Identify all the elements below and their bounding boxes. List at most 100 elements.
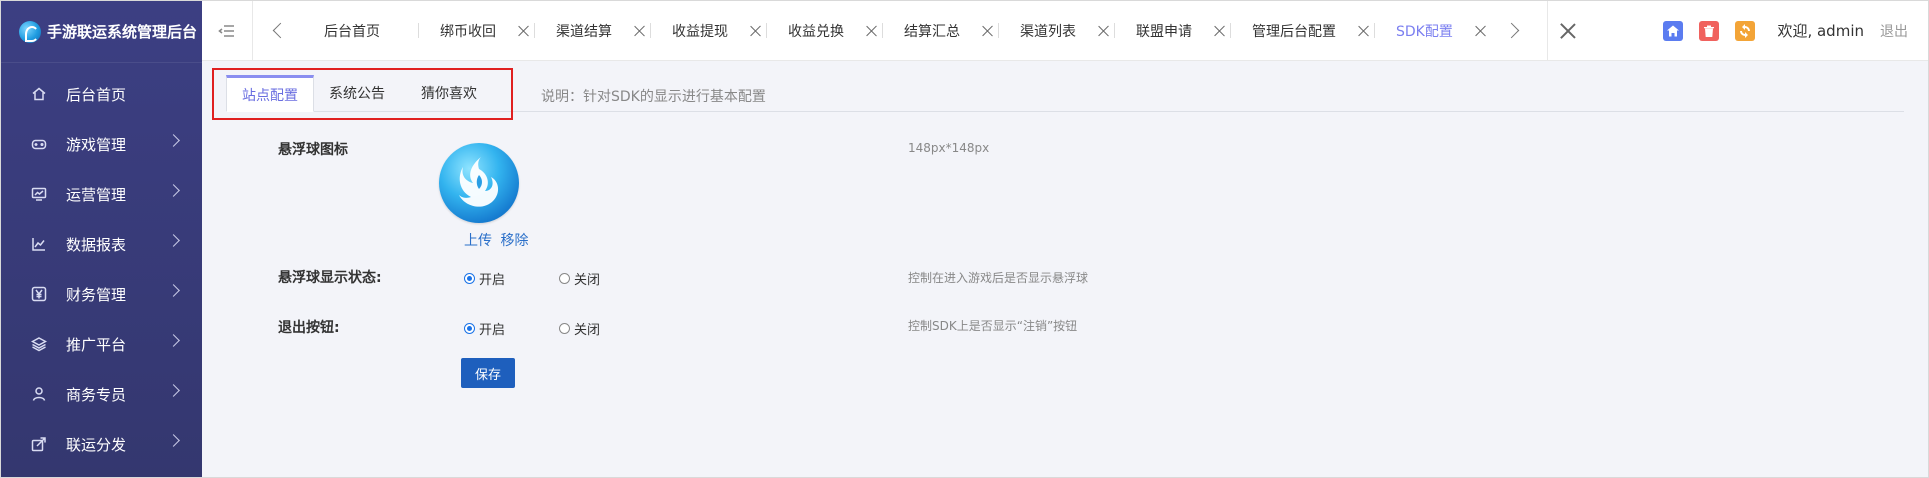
tabs-prev-button[interactable]: [258, 1, 298, 60]
upload-link[interactable]: 上传: [464, 233, 492, 249]
yen-icon: [30, 285, 48, 303]
sidebar-item-label: 后台首页: [66, 85, 127, 104]
subtab-guess-you-like[interactable]: 猜你喜欢: [404, 75, 494, 111]
sidebar-item-business[interactable]: 商务专员: [1, 369, 202, 419]
chevron-right-icon: [167, 284, 180, 297]
float-icon-label: 悬浮球图标: [278, 142, 348, 158]
close-tab-icon[interactable]: [518, 25, 530, 37]
exit-button-hint: 控制SDK上是否显示“注销”按钮: [908, 319, 1078, 333]
page-description: 说明：针对SDK的显示进行基本配置: [541, 89, 766, 105]
sidebar-item-game[interactable]: 游戏管理: [1, 119, 202, 169]
topbar-actions: 欢迎, admin 退出: [1663, 1, 1928, 60]
tab-label: 收益兑换: [788, 23, 844, 40]
sidebar-menu: 后台首页 游戏管理 运营管理 数据报表 财务管理 推广平台 商务专员 联运分发: [1, 69, 202, 469]
sidebar-item-label: 联运分发: [66, 435, 127, 454]
remove-link[interactable]: 移除: [500, 233, 528, 249]
tab-sdk-config[interactable]: SDK配置: [1374, 1, 1491, 60]
close-all-tabs-button[interactable]: [1547, 1, 1588, 60]
close-tab-icon[interactable]: [750, 25, 762, 37]
chevron-right-icon: [167, 334, 180, 347]
sidebar-item-home[interactable]: 后台首页: [1, 69, 202, 119]
sidebar-item-label: 商务专员: [66, 385, 127, 404]
subtab-system-notice[interactable]: 系统公告: [314, 75, 400, 111]
close-tab-icon[interactable]: [1098, 25, 1110, 37]
collapse-sidebar-button[interactable]: [202, 1, 253, 60]
tab-label: 收益提现: [672, 23, 728, 40]
tab-channel-settlement[interactable]: 渠道结算: [534, 1, 650, 60]
refresh-icon[interactable]: [1735, 20, 1756, 41]
float-status-off-radio[interactable]: 关闭: [559, 269, 600, 288]
tab-label: 渠道结算: [556, 23, 612, 40]
float-status-on-radio[interactable]: 开启: [464, 269, 505, 288]
float-status-hint: 控制在进入游戏后是否显示悬浮球: [908, 271, 1089, 285]
sidebar: 手游联运系统管理后台 后台首页 游戏管理 运营管理 数据报表 财务管理 推广平台…: [1, 1, 202, 477]
tab-label: 管理后台配置: [1252, 23, 1336, 40]
radio-dot: [464, 273, 475, 284]
tab-admin-config[interactable]: 管理后台配置: [1230, 1, 1374, 60]
welcome-text: 欢迎, admin: [1777, 22, 1864, 40]
radio-dot: [559, 323, 570, 334]
main-content: 站点配置 系统公告 猜你喜欢 说明：针对SDK的显示进行基本配置 悬浮球图标 上…: [202, 61, 1928, 477]
logout-link[interactable]: 退出: [1880, 21, 1908, 41]
tab-label: 绑币收回: [440, 23, 496, 40]
tab-channel-list[interactable]: 渠道列表: [998, 1, 1114, 60]
brand: 手游联运系统管理后台: [1, 1, 202, 63]
brand-logo-icon: [19, 20, 41, 43]
radio-label: 关闭: [574, 323, 601, 338]
gamepad-icon: [30, 135, 48, 153]
radio-label: 关闭: [574, 273, 601, 288]
tab-label: 渠道列表: [1020, 23, 1076, 40]
radio-label: 开启: [479, 273, 506, 288]
chevron-right-icon: [167, 434, 180, 447]
close-tab-icon[interactable]: [866, 25, 878, 37]
chevron-right-icon: [167, 234, 180, 247]
tab-alliance-apply[interactable]: 联盟申请: [1114, 1, 1230, 60]
chevron-right-icon: [167, 134, 180, 147]
tab-label: 后台首页: [324, 23, 380, 40]
tab-income-withdraw[interactable]: 收益提现: [650, 1, 766, 60]
menu-fold-icon: [218, 24, 234, 37]
sidebar-item-distribution[interactable]: 联运分发: [1, 419, 202, 469]
size-hint: 148px*148px: [908, 141, 990, 155]
sidebar-item-label: 财务管理: [66, 285, 127, 304]
sidebar-item-finance[interactable]: 财务管理: [1, 269, 202, 319]
clear-cache-icon[interactable]: [1699, 20, 1720, 41]
radio-label: 开启: [479, 323, 506, 338]
chevron-right-icon: [167, 184, 180, 197]
tab-bind-coin-recall[interactable]: 绑币收回: [418, 1, 534, 60]
home-shortcut-icon[interactable]: [1663, 20, 1684, 41]
close-tab-icon[interactable]: [982, 25, 994, 37]
sidebar-item-label: 运营管理: [66, 185, 127, 204]
exit-button-on-radio[interactable]: 开启: [464, 319, 505, 338]
subtab-label: 猜你喜欢: [421, 86, 477, 102]
app-window: 手游联运系统管理后台 后台首页 游戏管理 运营管理 数据报表 财务管理 推广平台…: [0, 0, 1929, 478]
exit-button-off-radio[interactable]: 关闭: [559, 319, 600, 338]
close-tab-icon[interactable]: [1475, 25, 1487, 37]
subtab-label: 系统公告: [329, 86, 385, 102]
exit-button-label: 退出按钮:: [278, 320, 340, 336]
tab-income-exchange[interactable]: 收益兑换: [766, 1, 882, 60]
sidebar-item-label: 推广平台: [66, 335, 127, 354]
sidebar-item-report[interactable]: 数据报表: [1, 219, 202, 269]
tabs-next-button[interactable]: [1493, 1, 1533, 60]
line-chart-icon: [30, 235, 48, 253]
tab-label: SDK配置: [1396, 23, 1453, 40]
save-button[interactable]: 保存: [461, 358, 515, 388]
user-icon: [30, 385, 48, 403]
layers-icon: [30, 335, 48, 353]
float-ball-image: [439, 143, 519, 223]
monitor-chart-icon: [30, 185, 48, 203]
subtab-label: 站点配置: [242, 87, 298, 104]
brand-title: 手游联运系统管理后台: [47, 23, 198, 41]
close-tab-icon[interactable]: [634, 25, 646, 37]
subtab-site-config[interactable]: 站点配置: [226, 75, 314, 112]
close-tab-icon[interactable]: [1358, 25, 1370, 37]
sidebar-item-promotion[interactable]: 推广平台: [1, 319, 202, 369]
sidebar-item-operation[interactable]: 运营管理: [1, 169, 202, 219]
close-tab-icon[interactable]: [1214, 25, 1226, 37]
topbar: 后台首页 绑币收回 渠道结算 收益提现 收益兑换 结算汇总 渠道列表 联盟申请 …: [202, 1, 1928, 61]
sidebar-item-label: 数据报表: [66, 235, 127, 254]
tab-settlement-summary[interactable]: 结算汇总: [882, 1, 998, 60]
tab-home[interactable]: 后台首页: [302, 1, 418, 60]
tab-label: 联盟申请: [1136, 23, 1192, 40]
